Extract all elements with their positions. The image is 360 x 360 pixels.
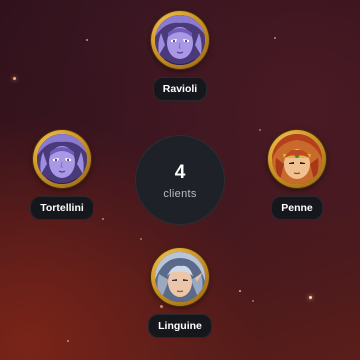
red-haired-warrior-avatar-icon — [272, 134, 322, 184]
client-name-label: Tortellini — [30, 196, 94, 220]
avatar-frame[interactable] — [268, 130, 326, 188]
star — [67, 340, 69, 342]
star — [140, 238, 142, 240]
client-count-hub: 4 clients — [135, 135, 225, 225]
star — [274, 37, 276, 39]
avatar-frame[interactable] — [151, 11, 209, 69]
silver-haired-elf-avatar-icon — [155, 252, 205, 302]
client-count-label: clients — [163, 187, 197, 200]
star — [86, 39, 88, 41]
star — [252, 300, 254, 302]
avatar-frame[interactable] — [151, 248, 209, 306]
client-node-linguine[interactable]: Linguine — [120, 248, 240, 338]
client-count: 4 — [174, 161, 186, 183]
star — [13, 77, 16, 80]
purple-elf-avatar-icon — [155, 15, 205, 65]
client-name-label: Ravioli — [152, 77, 208, 101]
client-node-ravioli[interactable]: Ravioli — [120, 11, 240, 101]
client-node-tortellini[interactable]: Tortellini — [2, 130, 122, 220]
avatar-frame[interactable] — [33, 130, 91, 188]
client-name-label: Linguine — [148, 314, 212, 338]
client-name-label: Penne — [271, 196, 323, 220]
purple-elf-avatar-icon — [37, 134, 87, 184]
client-node-penne[interactable]: Penne — [237, 130, 357, 220]
star — [309, 296, 312, 299]
